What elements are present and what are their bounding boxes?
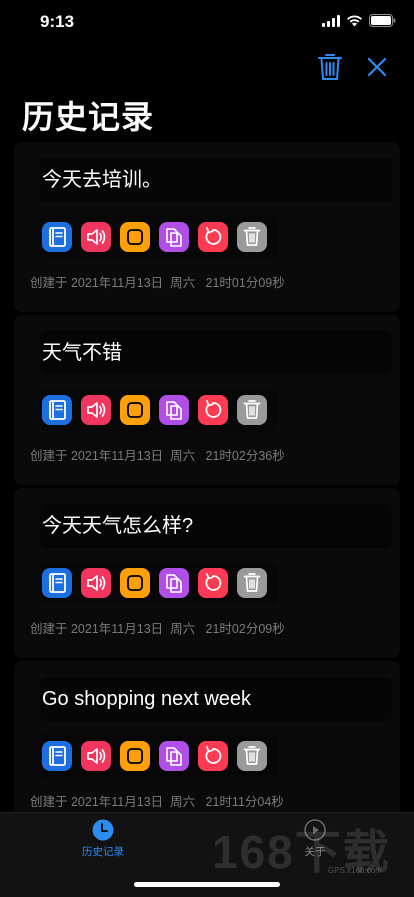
copy-button[interactable]: [159, 222, 189, 252]
undo-button[interactable]: [198, 222, 228, 252]
speak-button[interactable]: [81, 395, 111, 425]
wifi-icon: [346, 14, 363, 27]
stop-button[interactable]: [120, 568, 150, 598]
record-text[interactable]: Go shopping next week: [40, 677, 392, 721]
copy-icon: [159, 741, 189, 771]
open-book-button[interactable]: [42, 741, 72, 771]
stop-square-icon: [120, 222, 150, 252]
speak-button[interactable]: [81, 741, 111, 771]
home-indicator: [134, 882, 280, 887]
watermark-site: GPS.it168.com: [328, 866, 382, 875]
trash-icon: [237, 222, 267, 252]
undo-icon: [198, 568, 228, 598]
copy-icon: [159, 395, 189, 425]
book-icon: [42, 222, 72, 252]
record-actions: [40, 389, 278, 431]
open-book-button[interactable]: [42, 568, 72, 598]
trash-icon: [237, 395, 267, 425]
close-button[interactable]: [364, 54, 390, 80]
copy-icon: [159, 222, 189, 252]
clear-all-button[interactable]: [316, 52, 344, 82]
undo-button[interactable]: [198, 395, 228, 425]
speak-button[interactable]: [81, 222, 111, 252]
trash-icon: [318, 54, 342, 80]
tab-history-label: 历史记录: [82, 846, 124, 858]
trash-icon: [237, 741, 267, 771]
book-icon: [42, 395, 72, 425]
stop-button[interactable]: [120, 395, 150, 425]
speak-button[interactable]: [81, 568, 111, 598]
tab-history[interactable]: 历史记录: [78, 819, 128, 859]
record-actions: [40, 216, 278, 258]
record-text[interactable]: 今天天气怎么样?: [40, 504, 392, 548]
undo-icon: [198, 395, 228, 425]
close-icon: [367, 57, 387, 77]
copy-icon: [159, 568, 189, 598]
delete-record-button[interactable]: [237, 568, 267, 598]
record-text[interactable]: 今天去培训。: [40, 158, 392, 202]
book-icon: [42, 741, 72, 771]
undo-button[interactable]: [198, 741, 228, 771]
trash-icon: [237, 568, 267, 598]
status-icons: [322, 14, 396, 27]
record-actions: [40, 562, 278, 604]
page-title: 历史记录: [22, 98, 155, 136]
record-actions: [40, 735, 278, 777]
open-book-button[interactable]: [42, 395, 72, 425]
record-date: 创建于 2021年11月13日 周六 21时02分36秒: [30, 449, 285, 463]
record-date: 创建于 2021年11月13日 周六 21时11分04秒: [30, 795, 284, 809]
history-record-card: Go shopping next week 创建于 2021年11月13日 周六…: [14, 661, 400, 831]
speaker-icon: [81, 395, 111, 425]
copy-button[interactable]: [159, 741, 189, 771]
delete-record-button[interactable]: [237, 222, 267, 252]
stop-button[interactable]: [120, 222, 150, 252]
stop-button[interactable]: [120, 741, 150, 771]
undo-button[interactable]: [198, 568, 228, 598]
stop-square-icon: [120, 741, 150, 771]
history-record-card: 今天去培训。 创建于 2021年11月13日 周六 21时01分09秒: [14, 142, 400, 312]
cellular-signal-icon: [322, 14, 340, 27]
delete-record-button[interactable]: [237, 395, 267, 425]
undo-icon: [198, 222, 228, 252]
top-actions: [294, 52, 414, 82]
book-icon: [42, 568, 72, 598]
speaker-icon: [81, 222, 111, 252]
record-date: 创建于 2021年11月13日 周六 21时01分09秒: [30, 276, 285, 290]
status-bar: 9:13: [0, 0, 414, 44]
stop-square-icon: [120, 395, 150, 425]
undo-icon: [198, 741, 228, 771]
history-record-card: 今天天气怎么样? 创建于 2021年11月13日 周六 21时02分09秒: [14, 488, 400, 658]
status-time: 9:13: [40, 12, 75, 31]
delete-record-button[interactable]: [237, 741, 267, 771]
copy-button[interactable]: [159, 568, 189, 598]
history-record-card: 天气不错 创建于 2021年11月13日 周六 21时02分36秒: [14, 315, 400, 485]
speaker-icon: [81, 741, 111, 771]
battery-icon: [369, 14, 396, 27]
stop-square-icon: [120, 568, 150, 598]
record-date: 创建于 2021年11月13日 周六 21时02分09秒: [30, 622, 285, 636]
copy-button[interactable]: [159, 395, 189, 425]
record-text[interactable]: 天气不错: [40, 331, 392, 375]
open-book-button[interactable]: [42, 222, 72, 252]
clock-icon: [92, 819, 114, 841]
speaker-icon: [81, 568, 111, 598]
history-list: 今天去培训。 创建于 2021年11月13日 周六 21时01分09秒 天气不错…: [14, 142, 400, 834]
